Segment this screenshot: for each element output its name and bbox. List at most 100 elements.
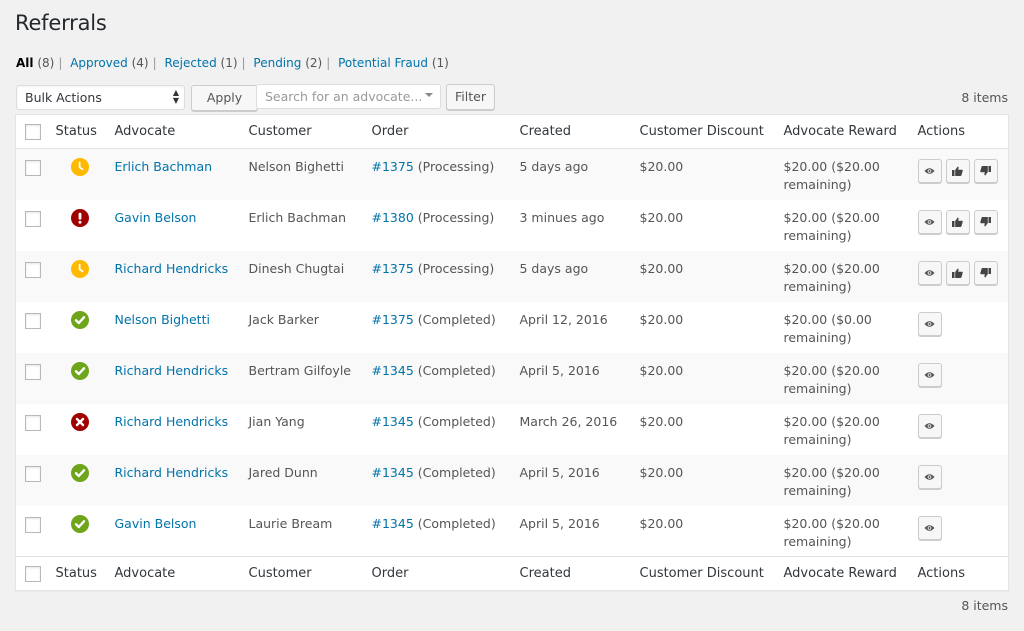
separator: | xyxy=(326,56,331,70)
order-link[interactable]: #1380 xyxy=(372,210,414,225)
status-x-icon xyxy=(70,412,89,431)
customer-discount-cell: $20.00 xyxy=(639,362,684,378)
advocate-link[interactable]: Richard Hendricks xyxy=(115,363,229,378)
view-button[interactable] xyxy=(917,362,942,387)
row-checkbox[interactable] xyxy=(25,465,41,482)
table-nav-top: Bulk Actions ▲ ▼ Apply Search for an advo… xyxy=(16,84,1008,112)
select-all-cell-bottom xyxy=(16,557,56,591)
customer-cell: Jared Dunn xyxy=(248,464,318,480)
column-header-advocate-reward[interactable]: Advocate Reward xyxy=(784,115,918,149)
row-actions xyxy=(917,413,1009,438)
view-button[interactable] xyxy=(917,209,942,234)
advocate-search-select[interactable]: Search for an advocate... xyxy=(256,84,441,109)
bulk-actions-select[interactable]: Bulk Actions ▲ ▼ xyxy=(16,85,185,110)
apply-button[interactable]: Apply xyxy=(191,85,258,111)
row-select-cell xyxy=(16,251,56,302)
order-link[interactable]: #1345 xyxy=(372,465,414,480)
select-all-checkbox[interactable] xyxy=(25,124,41,140)
reject-button[interactable] xyxy=(973,159,998,183)
customer-cell: Dinesh Chugtai xyxy=(248,260,345,276)
eye-icon xyxy=(924,269,935,277)
column-footer-advocate[interactable]: Advocate xyxy=(115,557,249,591)
column-footer-created[interactable]: Created xyxy=(520,557,640,591)
advocate-link[interactable]: Gavin Belson xyxy=(115,516,197,531)
row-checkbox[interactable] xyxy=(25,363,41,380)
advocate-link[interactable]: Richard Hendricks xyxy=(115,261,229,276)
table-row: Erlich Bachman Nelson Bighetti #1375 (Proc… xyxy=(15,148,1009,200)
row-checkbox[interactable] xyxy=(25,312,41,329)
row-checkbox[interactable] xyxy=(25,160,41,176)
row-checkbox[interactable] xyxy=(25,516,41,533)
column-header-customer[interactable]: Customer xyxy=(249,115,372,149)
order-cell: #1345 (Completed) xyxy=(372,506,520,557)
select-all-checkbox-bottom[interactable] xyxy=(25,566,41,582)
view-button[interactable] xyxy=(917,260,942,285)
column-footer-advocate-reward[interactable]: Advocate Reward xyxy=(784,557,918,591)
advocate-cell: Gavin Belson xyxy=(115,506,249,557)
row-actions xyxy=(917,515,1009,540)
approve-button[interactable] xyxy=(945,260,970,285)
order-cell: #1380 (Processing) xyxy=(372,200,520,251)
column-header-customer-discount[interactable]: Customer Discount xyxy=(640,115,784,149)
column-footer-customer[interactable]: Customer xyxy=(249,557,372,591)
filter-rejected-link[interactable]: Rejected xyxy=(164,56,216,70)
filter-pending-link[interactable]: Pending xyxy=(253,56,301,70)
filter-approved-link[interactable]: Approved xyxy=(70,56,128,70)
customer-cell: Erlich Bachman xyxy=(248,209,347,225)
filter-rejected[interactable]: Rejected (1) xyxy=(164,56,237,70)
approve-button[interactable] xyxy=(945,209,970,234)
filter-pending[interactable]: Pending (2) xyxy=(253,56,322,70)
advocate-link[interactable]: Erlich Bachman xyxy=(115,159,213,174)
advocate-search-placeholder: Search for an advocate... xyxy=(265,89,423,104)
row-select-cell xyxy=(16,353,56,404)
order-link[interactable]: #1375 xyxy=(372,159,414,174)
row-select-cell xyxy=(16,455,56,506)
eye-icon xyxy=(924,167,935,175)
row-actions xyxy=(917,464,1009,489)
row-checkbox[interactable] xyxy=(25,261,41,278)
column-footer-order[interactable]: Order xyxy=(372,557,520,591)
filter-approved-count: (4) xyxy=(131,56,149,70)
view-button[interactable] xyxy=(917,159,942,183)
customer-discount-cell: $20.00 xyxy=(639,413,684,429)
column-header-order[interactable]: Order xyxy=(372,115,520,149)
created-cell: March 26, 2016 xyxy=(519,413,618,429)
column-footer-customer-discount[interactable]: Customer Discount xyxy=(640,557,784,591)
view-button[interactable] xyxy=(917,464,942,489)
filter-potential-fraud-link[interactable]: Potential Fraud xyxy=(338,56,428,70)
column-header-created[interactable]: Created xyxy=(520,115,640,149)
column-footer-status[interactable]: Status xyxy=(56,557,115,591)
order-link[interactable]: #1345 xyxy=(372,414,414,429)
filter-button[interactable]: Filter xyxy=(446,84,495,110)
order-status: (Processing) xyxy=(417,260,495,276)
advocate-link[interactable]: Nelson Bighetti xyxy=(115,312,210,327)
column-header-status[interactable]: Status xyxy=(56,115,115,149)
eye-icon xyxy=(924,473,935,481)
advocate-cell: Nelson Bighetti xyxy=(115,302,249,353)
advocate-link[interactable]: Richard Hendricks xyxy=(115,465,229,480)
filter-all[interactable]: All (8) xyxy=(16,56,54,70)
order-link[interactable]: #1375 xyxy=(372,261,414,276)
select-all-cell xyxy=(16,115,56,149)
approve-button[interactable] xyxy=(945,159,970,183)
filter-approved[interactable]: Approved (4) xyxy=(70,56,148,70)
filter-potential-fraud[interactable]: Potential Fraud (1) xyxy=(338,56,449,70)
actions-cell xyxy=(917,251,1009,302)
advocate-link[interactable]: Gavin Belson xyxy=(115,210,197,225)
reject-button[interactable] xyxy=(973,209,998,234)
column-header-advocate[interactable]: Advocate xyxy=(115,115,249,149)
row-checkbox[interactable] xyxy=(25,210,41,227)
view-button[interactable] xyxy=(917,515,942,540)
view-button[interactable] xyxy=(917,413,942,438)
filter-all-count: (8) xyxy=(37,56,55,70)
reject-button[interactable] xyxy=(973,260,998,285)
advocate-reward-cell: $20.00 ($20.00 remaining) xyxy=(783,413,880,447)
order-link[interactable]: #1345 xyxy=(372,516,414,531)
advocate-link[interactable]: Richard Hendricks xyxy=(115,414,229,429)
row-checkbox[interactable] xyxy=(25,414,41,431)
order-link[interactable]: #1345 xyxy=(372,363,414,378)
view-button[interactable] xyxy=(917,311,942,336)
order-link[interactable]: #1375 xyxy=(372,312,414,327)
row-actions xyxy=(917,260,1009,285)
order-status: (Completed) xyxy=(417,311,496,327)
